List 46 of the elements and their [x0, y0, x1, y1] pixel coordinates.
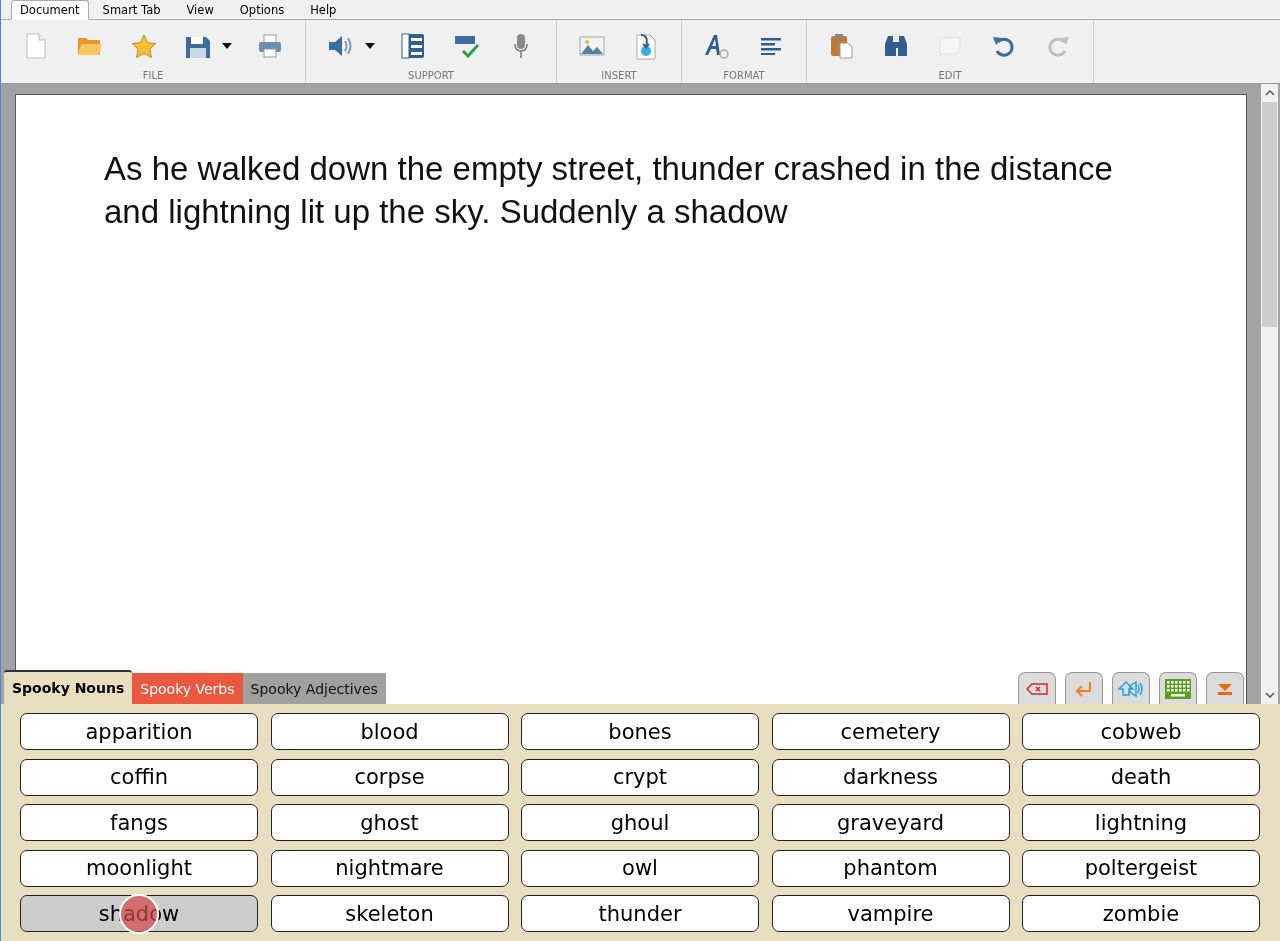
word-button[interactable]: death: [1022, 758, 1260, 796]
menu-tab[interactable]: Smart Tab: [90, 1, 173, 19]
word-button[interactable]: fangs: [20, 804, 258, 841]
word-button[interactable]: cobweb: [1022, 713, 1260, 750]
word-button[interactable]: vampire: [771, 895, 1010, 932]
word-button[interactable]: ghost: [270, 804, 509, 841]
document-text: As he walked down the empty street, thunder crashed in the distance and lightning lit up the sky. Suddenly a shadow: [104, 149, 1114, 232]
word-button[interactable]: crypt: [521, 758, 759, 796]
word-button[interactable]: poltergeist: [1022, 849, 1260, 887]
word-button[interactable]: moonlight: [20, 849, 258, 887]
word-bank-tab[interactable]: Spooky Verbs: [132, 673, 243, 704]
menu-tab[interactable]: Help: [298, 1, 349, 19]
word-button[interactable]: ghoul: [521, 804, 759, 841]
menu-tab[interactable]: View: [174, 1, 226, 19]
keyboard-icon[interactable]: [1159, 672, 1197, 704]
word-button[interactable]: graveyard: [771, 804, 1010, 841]
word-button[interactable]: skeleton: [270, 895, 509, 932]
toolbar-group-label: INSERT: [601, 70, 637, 81]
toolbar-group-label: SUPPORT: [408, 70, 454, 81]
word-button[interactable]: cemetery: [771, 713, 1010, 750]
enter-icon[interactable]: [1065, 672, 1103, 704]
word-bank-tab[interactable]: Spooky Adjectives: [242, 673, 386, 704]
menu-tab[interactable]: Options: [227, 1, 297, 19]
toolbar-group-label: EDIT: [938, 70, 962, 81]
toolbar-group-label: FORMAT: [723, 70, 765, 81]
hide-panel-icon[interactable]: [1206, 672, 1244, 704]
word-button[interactable]: coffin: [20, 758, 258, 796]
word-button[interactable]: bones: [521, 713, 759, 750]
toolbar-group-label: FILE: [142, 70, 164, 81]
vertical-scrollbar[interactable]: [1261, 84, 1278, 704]
scroll-down-icon[interactable]: [1264, 692, 1275, 698]
word-button[interactable]: phantom: [771, 849, 1010, 887]
word-button[interactable]: darkness: [771, 758, 1010, 796]
scroll-up-icon[interactable]: [1264, 90, 1275, 96]
word-bank-tab[interactable]: Spooky Nouns: [4, 670, 133, 704]
word-button[interactable]: corpse: [270, 758, 509, 796]
word-button[interactable]: zombie: [1022, 895, 1260, 932]
word-button[interactable]: thunder: [521, 895, 759, 932]
word-button[interactable]: nightmare: [270, 849, 509, 887]
word-button[interactable]: owl: [521, 849, 759, 887]
speak-icon[interactable]: [1112, 672, 1150, 704]
backspace-icon[interactable]: [1018, 672, 1056, 704]
word-button[interactable]: apparition: [20, 713, 258, 750]
word-button[interactable]: lightning: [1022, 804, 1260, 841]
word-button[interactable]: blood: [270, 713, 509, 750]
menu-tab[interactable]: Document: [11, 0, 89, 20]
